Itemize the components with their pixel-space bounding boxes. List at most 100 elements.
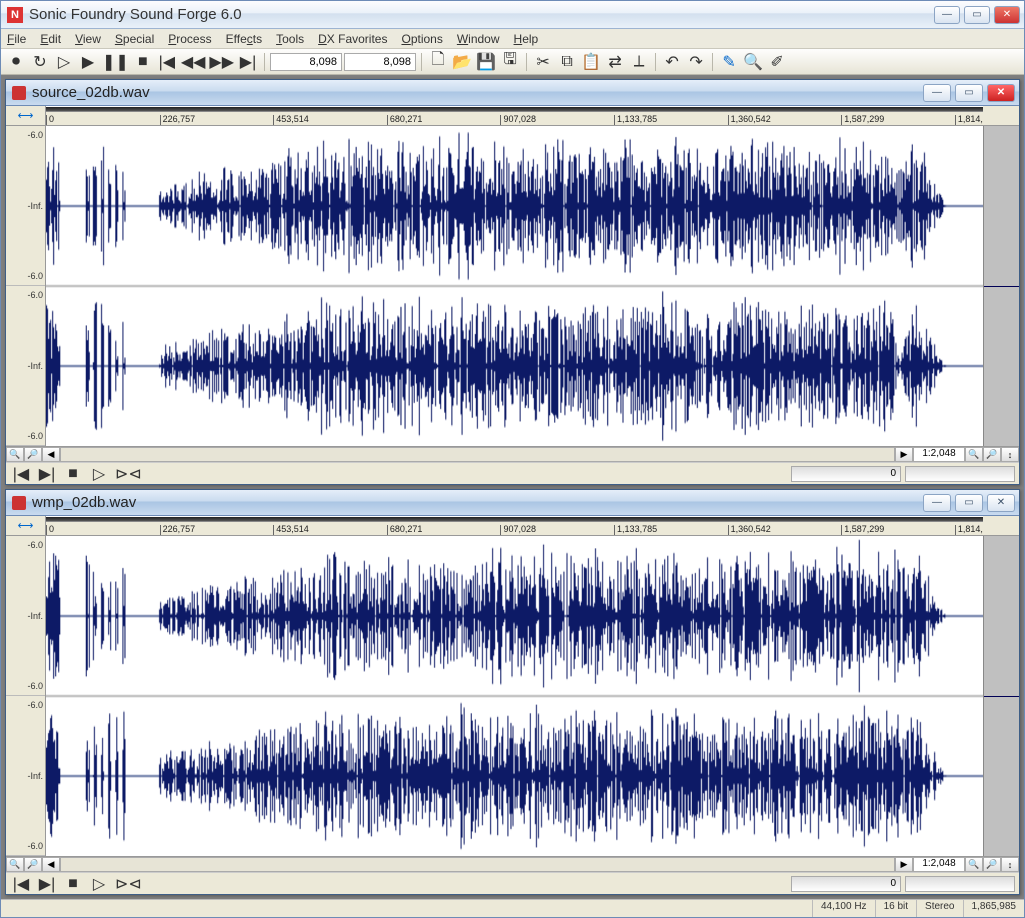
stop-button[interactable]: ■ <box>62 464 84 484</box>
loop-button[interactable]: ↻ <box>29 52 51 72</box>
menu-effects[interactable]: Effects <box>226 32 262 46</box>
menu-window[interactable]: Window <box>457 32 500 46</box>
hscroll-track[interactable] <box>60 857 895 872</box>
zoom-in-v-button[interactable]: 🔍 <box>6 857 24 872</box>
zoom-scroll-bar: 🔍🔎◀▶1:2,048🔍🔎↕ <box>6 856 1019 872</box>
go-end-button[interactable]: ▶| <box>36 874 58 894</box>
save-button[interactable]: 💾 <box>475 52 497 72</box>
zoom-out-v-button[interactable]: 🔎 <box>24 857 42 872</box>
time-ruler[interactable]: ⟷0226,757453,514680,271907,0281,133,7851… <box>6 106 1019 126</box>
go-start-button[interactable]: |◀ <box>10 874 32 894</box>
undo-button[interactable]: ↶ <box>661 52 683 72</box>
menu-view[interactable]: View <box>75 32 101 46</box>
amp-label: -6.0 <box>8 431 43 441</box>
amp-label: -6.0 <box>8 841 43 851</box>
scroll-left-button[interactable]: ◀ <box>42 447 60 462</box>
save-as-button[interactable]: 🖫 <box>499 52 521 72</box>
trim-button[interactable]: ⟂ <box>628 52 650 72</box>
menu-file[interactable]: File <box>7 32 26 46</box>
zoom-in-h-button[interactable]: 🔍 <box>965 447 983 462</box>
zoom-in-v-button[interactable]: 🔍 <box>6 447 24 462</box>
zoom-fit-button[interactable]: ↕ <box>1001 857 1019 872</box>
menu-help[interactable]: Help <box>514 32 539 46</box>
go-end-button[interactable]: ▶| <box>36 464 58 484</box>
go-start-button[interactable]: |◀ <box>10 464 32 484</box>
play-all-button[interactable]: ▶ <box>77 52 99 72</box>
forward-button[interactable]: ▶▶ <box>208 52 235 72</box>
zoom-out-h-button[interactable]: 🔎 <box>983 857 1001 872</box>
doc-titlebar[interactable]: wmp_02db.wav—▭✕ <box>6 490 1019 516</box>
record-button[interactable]: ⏺ <box>5 52 27 72</box>
selection-length <box>905 466 1015 482</box>
play-loop-button[interactable]: ⊳⊲ <box>114 874 143 894</box>
hscroll-track[interactable] <box>60 447 895 462</box>
scroll-right-button[interactable]: ▶ <box>895 447 913 462</box>
menu-process[interactable]: Process <box>168 32 211 46</box>
wave-icon <box>12 496 26 510</box>
magnify-tool-button[interactable]: 🔍 <box>742 52 764 72</box>
doc-close-button[interactable]: ✕ <box>987 84 1015 102</box>
doc-titlebar[interactable]: source_02db.wav—▭✕ <box>6 80 1019 106</box>
edit-cursor-icon[interactable]: ⟷ <box>18 109 34 122</box>
pencil-tool-button[interactable]: ✐ <box>766 52 788 72</box>
waveform-area[interactable]: -6.0-Inf.-6.0-6.0-Inf.-6.0 <box>6 536 1019 856</box>
menu-options[interactable]: Options <box>401 32 442 46</box>
wave-icon <box>12 86 26 100</box>
ruler-tick: 0 <box>46 115 54 125</box>
ruler-tick: 1,587,299 <box>841 115 884 125</box>
close-button[interactable]: ✕ <box>994 6 1020 24</box>
waveform-area[interactable]: -6.0-Inf.-6.0-6.0-Inf.-6.0 <box>6 126 1019 446</box>
stop-button[interactable]: ■ <box>62 874 84 894</box>
play-button[interactable]: ▷ <box>88 874 110 894</box>
zoom-out-h-button[interactable]: 🔎 <box>983 447 1001 462</box>
rewind-button[interactable]: ◀◀ <box>180 52 207 72</box>
doc-minimize-button[interactable]: — <box>923 494 951 512</box>
go-end-button[interactable]: ▶| <box>237 52 259 72</box>
scroll-left-button[interactable]: ◀ <box>42 857 60 872</box>
play-button[interactable]: ▷ <box>53 52 75 72</box>
app-title: Sonic Foundry Sound Forge 6.0 <box>29 6 934 23</box>
titlebar[interactable]: N Sonic Foundry Sound Forge 6.0 — ▭ ✕ <box>1 1 1024 29</box>
zoom-in-h-button[interactable]: 🔍 <box>965 857 983 872</box>
menu-dxfav[interactable]: DX Favorites <box>318 32 387 46</box>
play-loop-button[interactable]: ⊳⊲ <box>114 464 143 484</box>
paste-button[interactable]: 📋 <box>580 52 602 72</box>
menu-edit[interactable]: Edit <box>40 32 61 46</box>
play-button[interactable]: ▷ <box>88 464 110 484</box>
toolbar: ⏺ ↻ ▷ ▶ ❚❚ ■ |◀ ◀◀ ▶▶ ▶| 8,098 8,098 🗋 📂… <box>1 49 1024 75</box>
mix-button[interactable]: ⇄ <box>604 52 626 72</box>
time-ruler[interactable]: ⟷0226,757453,514680,271907,0281,133,7851… <box>6 516 1019 536</box>
doc-minimize-button[interactable]: — <box>923 84 951 102</box>
zoom-fit-button[interactable]: ↕ <box>1001 447 1019 462</box>
doc-window: source_02db.wav—▭✕⟷0226,757453,514680,27… <box>5 79 1020 485</box>
open-button[interactable]: 📂 <box>451 52 473 72</box>
waveform-canvas[interactable] <box>46 536 983 856</box>
new-button[interactable]: 🗋 <box>427 52 449 72</box>
copy-button[interactable]: ⧉ <box>556 52 578 72</box>
doc-maximize-button[interactable]: ▭ <box>955 84 983 102</box>
redo-button[interactable]: ↷ <box>685 52 707 72</box>
go-start-button[interactable]: |◀ <box>156 52 178 72</box>
maximize-button[interactable]: ▭ <box>964 6 990 24</box>
stop-button[interactable]: ■ <box>132 52 154 72</box>
menu-tools[interactable]: Tools <box>276 32 304 46</box>
waveform-canvas[interactable] <box>46 126 983 446</box>
zoom-out-v-button[interactable]: 🔎 <box>24 447 42 462</box>
scroll-right-button[interactable]: ▶ <box>895 857 913 872</box>
menu-special[interactable]: Special <box>115 32 154 46</box>
doc-close-button[interactable]: ✕ <box>987 494 1015 512</box>
zoom-scroll-bar: 🔍🔎◀▶1:2,048🔍🔎↕ <box>6 446 1019 462</box>
pause-button[interactable]: ❚❚ <box>101 52 130 72</box>
ruler-tick: 453,514 <box>273 115 309 125</box>
edit-cursor-icon[interactable]: ⟷ <box>18 519 34 532</box>
ruler-tick: 907,028 <box>500 115 536 125</box>
amp-label: -6.0 <box>8 540 43 550</box>
ruler-tick: 680,271 <box>387 525 423 535</box>
doc-maximize-button[interactable]: ▭ <box>955 494 983 512</box>
cut-button[interactable]: ✂ <box>532 52 554 72</box>
menubar: File Edit View Special Process Effects T… <box>1 29 1024 49</box>
ruler-tick: 1,814,056 <box>955 115 983 125</box>
ruler-tick: 453,514 <box>273 525 309 535</box>
edit-tool-button[interactable]: ✎ <box>718 52 740 72</box>
minimize-button[interactable]: — <box>934 6 960 24</box>
